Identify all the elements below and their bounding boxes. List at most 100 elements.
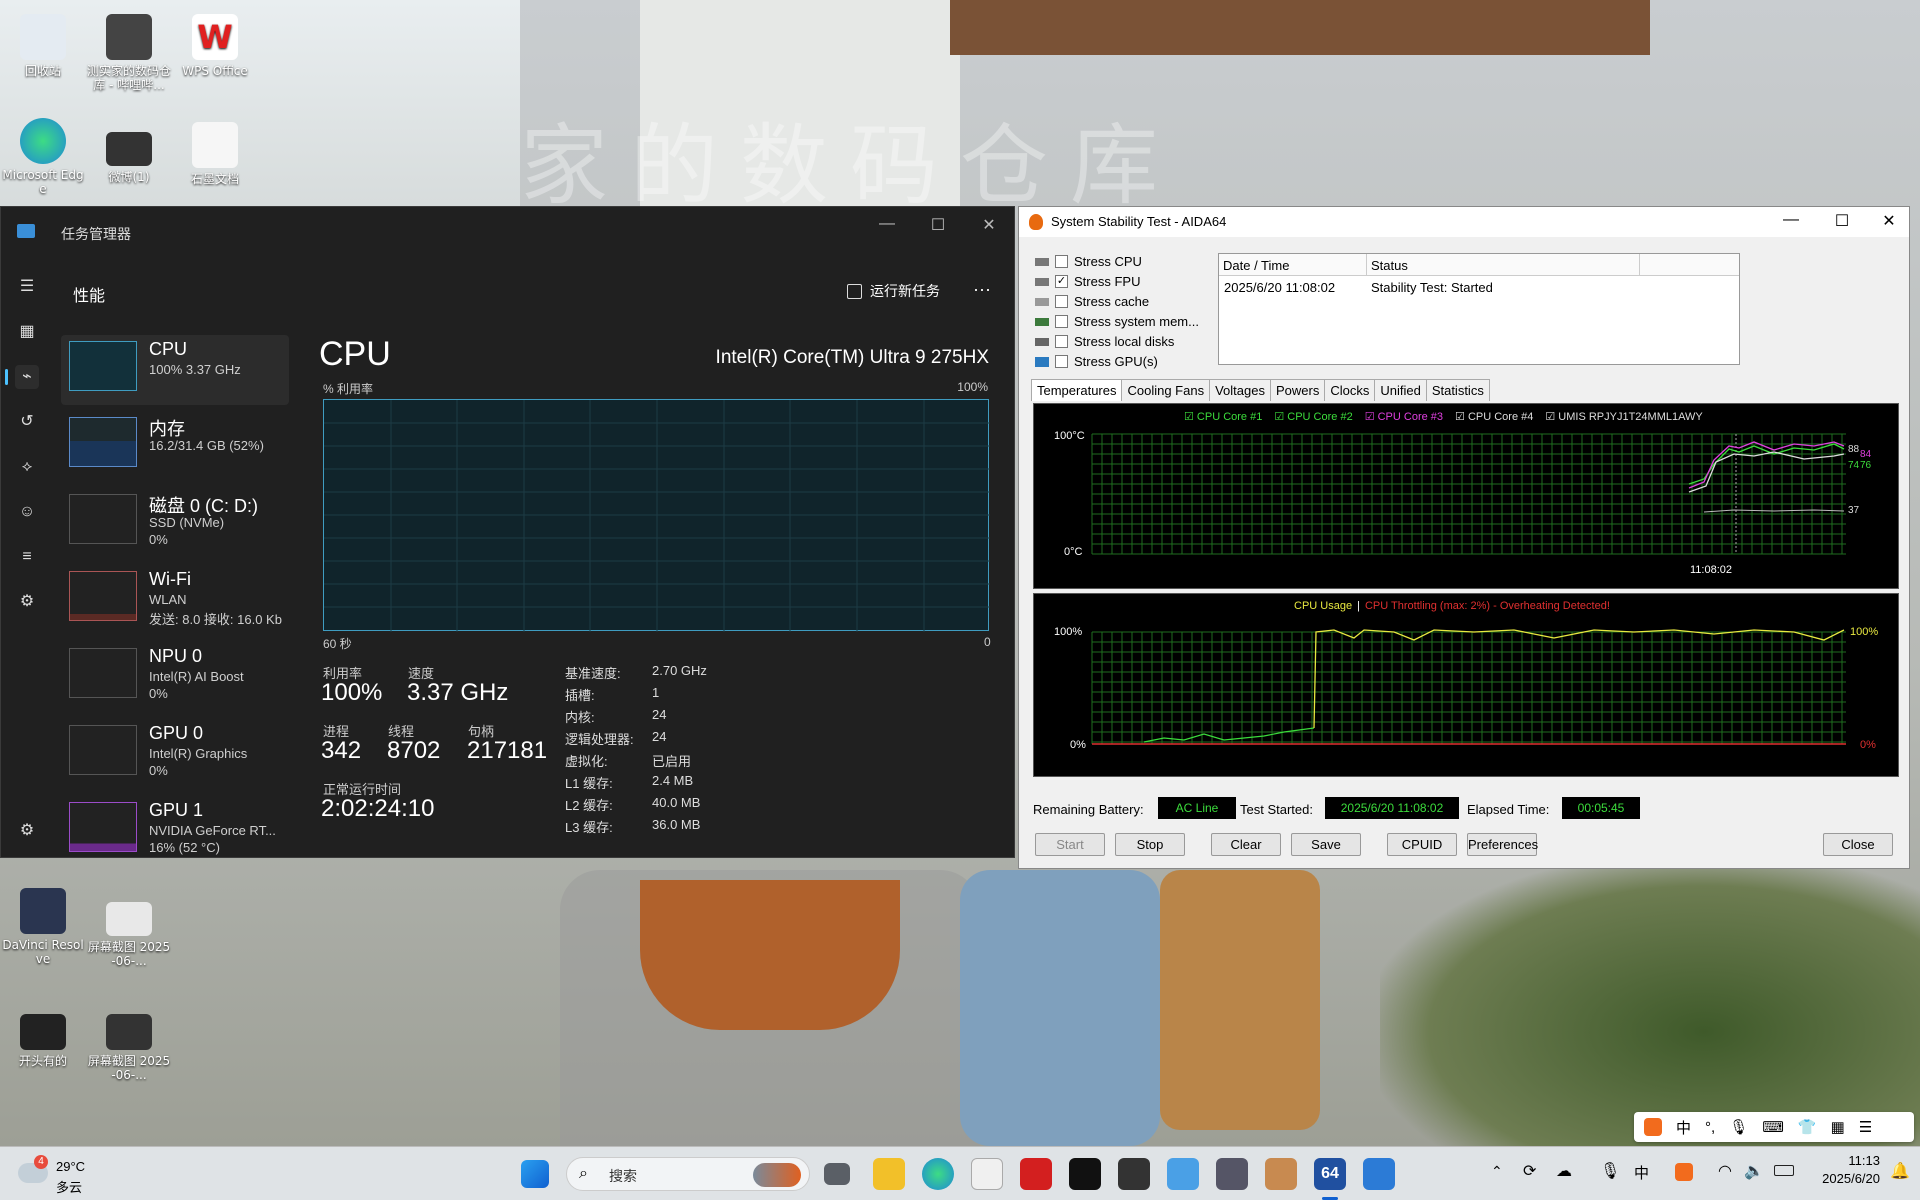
close-button[interactable]: ✕ xyxy=(969,215,1009,235)
save-button[interactable]: Save xyxy=(1291,833,1361,856)
desktop-icon-screenshot-2[interactable]: 屏幕截图 2025-06-... xyxy=(86,1014,172,1082)
resource-item-disk[interactable]: 磁盘 0 (C: D:) SSD (NVMe) 0% xyxy=(61,488,289,558)
desktop-icon-davinci[interactable]: DaVinci Resolve xyxy=(0,888,86,966)
services-icon[interactable]: ⚙ xyxy=(15,590,39,614)
minimize-button[interactable]: — xyxy=(867,215,907,233)
desktop-icon-edge[interactable]: Microsoft Edge xyxy=(0,118,86,196)
details-icon[interactable]: ≡ xyxy=(15,545,39,569)
cube-app-icon[interactable] xyxy=(1216,1158,1248,1190)
desktop-icon-folder[interactable]: 开头有的 xyxy=(0,1014,86,1068)
desktop-icon-screenshot-1[interactable]: 屏幕截图 2025-06-... xyxy=(86,902,172,968)
tab-cooling-fans[interactable]: Cooling Fans xyxy=(1121,379,1211,401)
volume-icon[interactable]: 🔈 xyxy=(1744,1161,1764,1181)
wps-taskbar-icon[interactable] xyxy=(1020,1158,1052,1190)
maximize-button[interactable]: ☐ xyxy=(1822,211,1862,231)
tab-unified[interactable]: Unified xyxy=(1374,379,1427,401)
capcut-icon[interactable] xyxy=(1069,1158,1101,1190)
close-button[interactable]: ✕ xyxy=(1869,211,1909,231)
tab-voltages[interactable]: Voltages xyxy=(1209,379,1271,401)
tab-statistics[interactable]: Statistics xyxy=(1425,379,1490,401)
notification-bell-icon[interactable]: 🔔 xyxy=(1890,1161,1910,1181)
clock[interactable]: 11:13 2025/6/20 xyxy=(1800,1153,1880,1186)
stress-disks-checkbox[interactable]: Stress local disks xyxy=(1035,334,1174,349)
sogou-tray-icon[interactable] xyxy=(1675,1163,1693,1181)
tray-chevron-icon[interactable]: ⌃ xyxy=(1491,1163,1503,1180)
mic-icon[interactable]: 🎙 xyxy=(1600,1161,1620,1181)
desktop-icon-wps[interactable]: W WPS Office xyxy=(172,14,258,78)
threads-value: 8702 xyxy=(387,737,441,764)
stress-fpu-checkbox[interactable]: ✓ Stress FPU xyxy=(1035,274,1140,289)
usage-graph-grid xyxy=(1091,629,1846,745)
stress-cache-checkbox[interactable]: Stress cache xyxy=(1035,294,1149,309)
stress-cpu-checkbox[interactable]: Stress CPU xyxy=(1035,254,1142,269)
performance-icon[interactable]: ⌁ xyxy=(15,365,39,389)
cloud-icon[interactable]: ☁ xyxy=(1556,1161,1572,1181)
wifi-icon[interactable]: ◠ xyxy=(1718,1161,1732,1181)
start-button[interactable]: Start xyxy=(1035,833,1105,856)
paint-icon[interactable] xyxy=(1265,1158,1297,1190)
desktop-icon-weibo[interactable]: 微博(1) xyxy=(86,132,172,184)
tab-clocks[interactable]: Clocks xyxy=(1324,379,1376,401)
close-dialog-button[interactable]: Close xyxy=(1823,833,1893,856)
hamburger-menu-icon[interactable]: ☰ xyxy=(15,275,39,299)
cpuid-button[interactable]: CPUID xyxy=(1387,833,1457,856)
resource-item-memory[interactable]: 内存 16.2/31.4 GB (52%) xyxy=(61,411,289,481)
ime-mode-toggle[interactable]: 中 xyxy=(1676,1117,1691,1138)
run-new-task-button[interactable]: 运行新任务 xyxy=(847,281,940,301)
gpu-icon xyxy=(1035,356,1049,367)
memory-thumbnail xyxy=(69,417,137,467)
desktop-icon-shimo[interactable]: 石墨文档 xyxy=(172,122,258,186)
photos-icon[interactable] xyxy=(1167,1158,1199,1190)
resource-item-gpu0[interactable]: GPU 0 Intel(R) Graphics 0% xyxy=(61,719,289,789)
temp-right-label: 84 xyxy=(1860,449,1872,460)
preferences-button[interactable]: Preferences xyxy=(1467,833,1538,856)
startup-apps-icon[interactable]: ⟡ xyxy=(15,455,39,479)
task-manager-taskbar-icon[interactable] xyxy=(1363,1158,1395,1190)
more-options-button[interactable]: ··· xyxy=(973,279,991,300)
weather-widget[interactable]: 4 29°C 多云 xyxy=(18,1155,108,1195)
desktop-icon-recycle-bin[interactable]: 回收站 xyxy=(0,14,86,78)
resource-item-wifi[interactable]: Wi-Fi WLAN 发送: 8.0 接收: 16.0 Kb xyxy=(61,565,289,635)
image-file-icon xyxy=(106,1014,152,1050)
stop-button[interactable]: Stop xyxy=(1115,833,1185,856)
skin-icon[interactable]: 👕 xyxy=(1798,1118,1817,1136)
file-explorer-icon[interactable] xyxy=(873,1158,905,1190)
sync-icon[interactable]: ⟳ xyxy=(1523,1161,1536,1181)
search-box[interactable]: ⌕ 搜索 xyxy=(566,1157,810,1191)
ime-indicator[interactable]: 中 xyxy=(1634,1162,1649,1183)
resource-item-npu[interactable]: NPU 0 Intel(R) AI Boost 0% xyxy=(61,642,289,712)
wifi-thumbnail xyxy=(69,571,137,621)
keyboard-icon[interactable]: ⌨ xyxy=(1762,1118,1784,1136)
table-row[interactable]: 2025/6/20 11:08:02 Stability Test: Start… xyxy=(1219,276,1739,298)
detail-key: L3 缓存: xyxy=(565,820,613,835)
app-history-icon[interactable]: ↺ xyxy=(15,410,39,434)
task-view-icon[interactable] xyxy=(824,1163,850,1185)
punctuation-icon[interactable]: °, xyxy=(1705,1119,1715,1136)
tab-powers[interactable]: Powers xyxy=(1269,379,1326,401)
stress-gpu-checkbox[interactable]: Stress GPU(s) xyxy=(1035,354,1158,369)
minimize-button[interactable]: — xyxy=(1771,211,1811,229)
resource-item-gpu1[interactable]: GPU 1 NVIDIA GeForce RT... 16% (52 °C) xyxy=(61,796,289,866)
microphone-icon[interactable]: 🎙 xyxy=(1729,1118,1748,1136)
stress-memory-checkbox[interactable]: Stress system mem... xyxy=(1035,314,1199,329)
settings-icon[interactable]: ⚙ xyxy=(15,819,39,843)
maximize-button[interactable]: ☐ xyxy=(918,215,958,235)
start-button[interactable] xyxy=(521,1160,549,1188)
resource-item-cpu[interactable]: CPU 100% 3.37 GHz xyxy=(61,335,289,405)
sogou-logo-icon[interactable] xyxy=(1644,1118,1662,1136)
users-icon[interactable]: ☺ xyxy=(15,500,39,524)
cpu-model: Intel(R) Core(TM) Ultra 9 275HX xyxy=(715,347,989,368)
elapsed-label: Elapsed Time: xyxy=(1467,802,1550,817)
detail-key: 虚拟化: xyxy=(565,754,608,769)
battery-icon[interactable] xyxy=(1774,1165,1794,1176)
toolbox-icon[interactable]: ▦ xyxy=(1831,1118,1845,1136)
clear-button[interactable]: Clear xyxy=(1211,833,1281,856)
app-icon[interactable] xyxy=(1118,1158,1150,1190)
store-icon[interactable] xyxy=(971,1158,1003,1190)
desktop-icon-video[interactable]: 测实家的数码仓库 - 哔哩哔... xyxy=(86,14,172,92)
tab-temperatures[interactable]: Temperatures xyxy=(1031,379,1123,401)
more-icon[interactable]: ☰ xyxy=(1859,1118,1872,1136)
aida64-taskbar-icon[interactable]: 64 xyxy=(1314,1158,1346,1190)
processes-icon[interactable]: ▦ xyxy=(15,320,39,344)
edge-taskbar-icon[interactable] xyxy=(922,1158,954,1190)
